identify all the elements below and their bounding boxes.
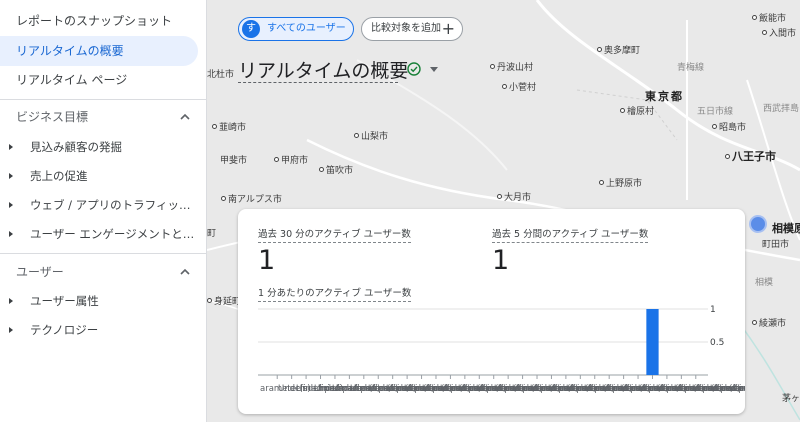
map-place: 上野原市 — [599, 176, 642, 189]
map-place: 町 — [207, 229, 217, 239]
active-user-marker[interactable] — [749, 215, 767, 233]
map-place: 西武拝島 — [763, 104, 800, 114]
sidebar-item-technology[interactable]: テクノロジー — [0, 316, 207, 344]
map-place: 甲府市 — [274, 153, 308, 166]
map-place: 大月市 — [497, 190, 531, 203]
map-place: 小菅村 — [502, 80, 536, 93]
sidebar-item-demographics[interactable]: ユーザー属性 — [0, 287, 207, 315]
plus-icon: + — [441, 19, 455, 38]
map-place: 甲斐市 — [220, 156, 248, 166]
section-title: ユーザー — [16, 265, 64, 279]
sidebar-item-drive-sales[interactable]: 売上の促進 — [0, 162, 207, 190]
map-place: 茅ヶ — [782, 394, 800, 404]
map-place: 山梨市 — [354, 129, 388, 142]
map-place-region: 東京都 — [645, 90, 684, 103]
expand-arrow-icon — [9, 327, 13, 333]
active-users-per-minute-chart: 10.5arameter(s) - minutUndefined paramet… — [258, 305, 745, 394]
expand-arrow-icon — [9, 173, 13, 179]
expand-arrow-icon — [9, 298, 13, 304]
map-place: 奥多摩町 — [597, 43, 640, 56]
sidebar-item-label: 売上の促進 — [30, 169, 88, 183]
sidebar-item-label: 見込み顧客の発掘 — [30, 140, 122, 154]
expand-arrow-icon — [9, 231, 13, 237]
audience-chip-label: すべてのユーザー — [267, 23, 346, 34]
map-place: 相模 — [755, 278, 774, 288]
realtime-card: 過去 30 分のアクティブ ユーザー数 1 過去 5 分間のアクティブ ユーザー… — [238, 209, 745, 414]
map-place: 昭島市 — [712, 120, 746, 133]
expand-arrow-icon — [9, 202, 13, 208]
map-place: 北杜市 — [207, 70, 235, 80]
section-business-goals[interactable]: ビジネス目標 — [16, 106, 192, 128]
map-place: 丹波山村 — [490, 60, 533, 73]
map-place: 身延町 — [207, 294, 241, 307]
sidebar-item-label: ユーザー属性 — [30, 294, 99, 308]
map-place: 飯能市 — [752, 11, 786, 24]
expand-arrow-icon — [9, 144, 13, 150]
map-place: 五日市線 — [697, 107, 734, 117]
check-circle-icon — [407, 62, 421, 76]
map-place: 八王子市 — [725, 148, 776, 164]
sidebar-item-label: ユーザー エンゲージメントと… — [30, 227, 195, 241]
section-users[interactable]: ユーザー — [16, 261, 192, 283]
add-comparison-button[interactable]: 比較対象を追加 + — [361, 17, 463, 41]
sidebar-divider — [0, 253, 207, 254]
chart-bar[interactable] — [646, 309, 659, 375]
map-place: 韮崎市 — [212, 120, 246, 133]
y-tick-label: 1 — [710, 305, 716, 315]
add-comparison-label: 比較対象を追加 — [371, 23, 441, 34]
map-place: 入間市 — [762, 26, 796, 39]
map-place: 南アルプス市 — [221, 192, 282, 205]
sidebar-divider — [0, 99, 207, 100]
map-place: 青梅線 — [677, 63, 705, 73]
sidebar: レポートのスナップショット リアルタイムの概要 リアルタイム ページ ビジネス目… — [0, 0, 207, 422]
audience-avatar: す — [242, 20, 260, 38]
chevron-up-icon[interactable] — [178, 106, 192, 128]
nav-item-report-snapshot[interactable]: レポートのスナップショット — [0, 6, 172, 36]
map-place: 相模原 — [772, 222, 800, 235]
sidebar-item-label: テクノロジー — [30, 323, 99, 337]
y-tick-label: 0.5 — [710, 338, 724, 348]
sidebar-item-lead-generation[interactable]: 見込み顧客の発掘 — [0, 133, 207, 161]
section-title: ビジネス目標 — [16, 110, 89, 124]
title-underline — [238, 82, 398, 83]
map-place: 檜原村 — [620, 104, 654, 117]
chevron-up-icon[interactable] — [178, 261, 192, 283]
map-place: 町田市 — [762, 240, 790, 250]
map-place: 綾瀬市 — [752, 316, 786, 329]
nav-item-realtime-pages[interactable]: リアルタイム ページ — [0, 65, 127, 95]
sidebar-item-engagement[interactable]: ユーザー エンゲージメントと… — [0, 220, 207, 248]
audience-chip[interactable]: す すべてのユーザー — [238, 17, 354, 41]
sidebar-item-label: ウェブ / アプリのトラフィック… — [30, 198, 200, 212]
map-place: 笛吹市 — [319, 163, 353, 176]
page-title: リアルタイムの概要 — [238, 60, 409, 82]
sidebar-item-traffic[interactable]: ウェブ / アプリのトラフィック… — [0, 191, 207, 219]
dropdown-arrow-icon[interactable] — [430, 67, 438, 72]
x-tick-label: Undefined parameter(s) - minut — [710, 384, 745, 394]
nav-item-realtime-overview[interactable]: リアルタイムの概要 — [0, 36, 198, 66]
